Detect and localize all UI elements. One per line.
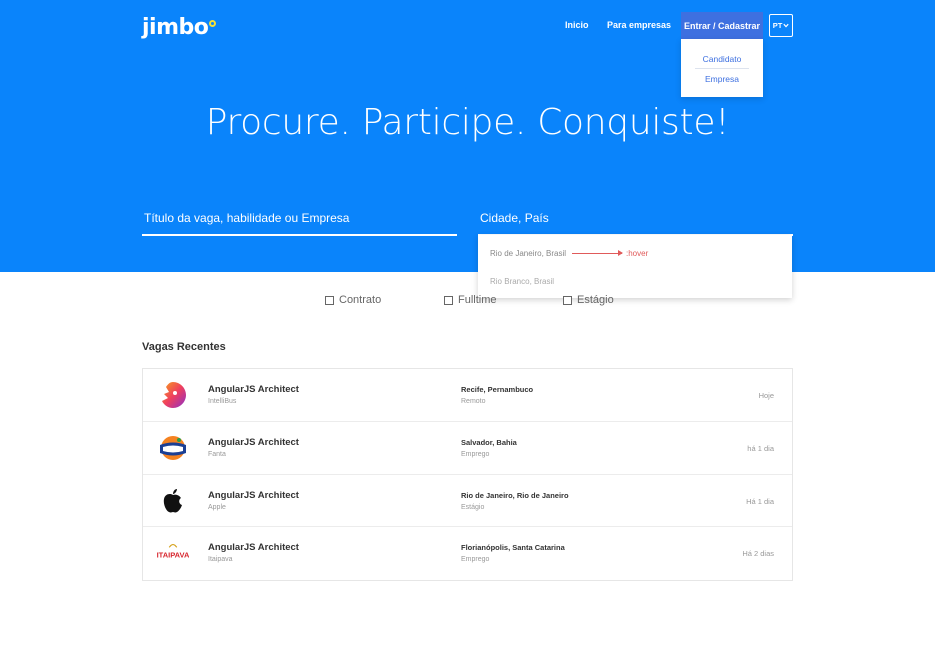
filter-label: Estágio xyxy=(577,294,614,306)
city-suggestions-dropdown: Rio de Janeiro, Brasil :hover Rio Branco… xyxy=(478,235,792,298)
job-type: Emprego xyxy=(461,450,490,458)
job-title[interactable]: AngularJS Architect xyxy=(208,542,299,553)
job-type: Remoto xyxy=(461,398,486,405)
login-dropdown-menu: Candidato Empresa xyxy=(681,39,763,97)
itaipava-logo-text: ITAIPAVA xyxy=(157,551,189,560)
filter-contrato[interactable]: Contrato xyxy=(325,294,381,306)
menu-item-candidato[interactable]: Candidato xyxy=(681,54,763,64)
recent-jobs-list: AngularJS Architect IntelliBus Recife, P… xyxy=(142,368,793,581)
logo-text: jimbo xyxy=(142,15,209,40)
hover-annotation-label: :hover xyxy=(626,249,649,258)
job-company: Fanta xyxy=(208,450,226,458)
job-company: Itaipava xyxy=(208,556,233,564)
job-row[interactable]: AngularJS Architect Fanta Salvador, Bahi… xyxy=(143,422,792,475)
job-title[interactable]: AngularJS Architect xyxy=(208,437,299,448)
filter-label: Contrato xyxy=(339,294,382,306)
job-search-input[interactable]: Título da vaga, habilidade ou Empresa xyxy=(142,206,457,236)
job-row[interactable]: AngularJS Architect IntelliBus Recife, P… xyxy=(143,369,792,422)
checkbox-icon[interactable] xyxy=(325,295,334,305)
language-label: PT xyxy=(772,21,783,30)
job-location: Salvador, Bahia xyxy=(461,437,517,447)
menu-item-empresa[interactable]: Empresa xyxy=(681,74,763,84)
checkbox-icon[interactable] xyxy=(563,295,572,305)
job-date: Hoje xyxy=(758,391,774,400)
nav-empresas-link[interactable]: Para empresas xyxy=(607,20,671,30)
job-location: Recife, Pernambuco xyxy=(461,385,534,394)
lion-logo-icon xyxy=(157,381,189,409)
job-search-placeholder: Título da vaga, habilidade ou Empresa xyxy=(144,211,350,225)
city-suggestion-rio-de-janeiro[interactable]: Rio de Janeiro, Brasil xyxy=(490,249,566,258)
nav-inicio-link[interactable]: Inicio xyxy=(565,20,589,30)
job-row[interactable]: ITAIPAVA AngularJS Architect Itaipava Fl… xyxy=(143,527,792,580)
menu-divider xyxy=(695,68,749,69)
job-date: há 1 dia xyxy=(747,443,774,453)
job-title[interactable]: AngularJS Architect xyxy=(208,490,299,501)
job-date: Há 2 dias xyxy=(742,549,774,559)
apple-logo-icon xyxy=(157,487,189,515)
checkbox-icon[interactable] xyxy=(444,295,453,305)
job-type: Estágio xyxy=(461,503,485,511)
city-search-placeholder: Cidade, País xyxy=(480,211,549,225)
job-company: Apple xyxy=(208,503,226,511)
itaipava-logo-icon: ITAIPAVA xyxy=(157,539,189,567)
fanta-logo-icon xyxy=(157,434,189,462)
filter-label: Fulltime xyxy=(458,294,497,306)
filter-fulltime[interactable]: Fulltime xyxy=(444,294,497,306)
city-suggestion-rio-branco[interactable]: Rio Branco, Brasil xyxy=(490,277,554,286)
job-company: IntelliBus xyxy=(208,398,237,405)
jimbo-logo[interactable]: jimbo xyxy=(142,13,217,41)
job-location: Rio de Janeiro, Rio de Janeiro xyxy=(461,490,569,500)
recent-jobs-title: Vagas Recentes xyxy=(142,341,226,353)
hover-annotation-arrow xyxy=(572,250,623,256)
filter-estagio[interactable]: Estágio xyxy=(563,294,614,306)
language-selector[interactable]: PT xyxy=(769,14,793,37)
job-type: Emprego xyxy=(461,556,490,564)
job-row[interactable]: AngularJS Architect Apple Rio de Janeiro… xyxy=(143,475,792,528)
job-date: Há 1 dia xyxy=(746,496,774,506)
job-location: Florianópolis, Santa Catarina xyxy=(461,543,565,553)
job-title[interactable]: AngularJS Architect xyxy=(208,384,299,395)
job-search-underline xyxy=(142,234,457,236)
hero-headline: Procure. Participe. Conquiste! xyxy=(205,102,730,143)
login-signup-button[interactable]: Entrar / Cadastrar xyxy=(681,12,763,39)
chevron-down-icon xyxy=(783,23,789,28)
city-search-input[interactable]: Cidade, País xyxy=(478,206,793,236)
logo-dot-icon xyxy=(209,20,217,27)
